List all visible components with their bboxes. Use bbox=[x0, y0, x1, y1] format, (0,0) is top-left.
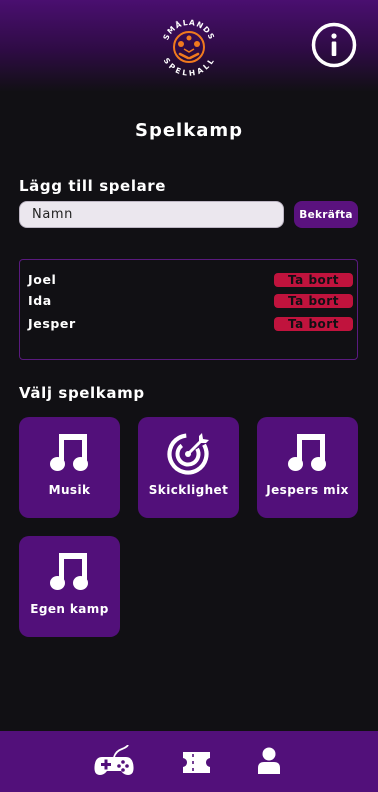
game-tile-jespers-mix[interactable]: Jespers mix bbox=[257, 417, 358, 518]
player-row: Jesper Ta bort bbox=[28, 315, 353, 333]
user-icon[interactable] bbox=[258, 747, 280, 774]
remove-player-button[interactable]: Ta bort bbox=[274, 317, 353, 331]
page-title: Spelkamp bbox=[135, 120, 243, 141]
player-row: Joel Ta bort bbox=[28, 271, 353, 289]
bottom-nav bbox=[0, 731, 378, 792]
confirm-button[interactable]: Bekräfta bbox=[294, 201, 358, 228]
player-name-input[interactable] bbox=[19, 201, 284, 228]
music-note-icon bbox=[49, 434, 88, 471]
remove-player-button[interactable]: Ta bort bbox=[274, 273, 353, 287]
music-note-icon bbox=[287, 434, 326, 471]
target-icon bbox=[166, 433, 209, 475]
tile-label: Skicklighet bbox=[148, 483, 229, 497]
gamepad-icon[interactable] bbox=[94, 745, 134, 777]
player-name: Jesper bbox=[28, 316, 76, 331]
player-list: Joel Ta bort Ida Ta bort Jesper Ta bort bbox=[19, 259, 358, 360]
game-select-label: Välj spelkamp bbox=[19, 384, 145, 402]
music-note-icon bbox=[49, 553, 88, 590]
tile-label: Egen kamp bbox=[30, 602, 109, 616]
remove-player-button[interactable]: Ta bort bbox=[274, 294, 353, 308]
add-player-label: Lägg till spelare bbox=[19, 177, 167, 195]
svg-text:SPELHALL: SPELHALL bbox=[162, 56, 217, 78]
tile-label: Jespers mix bbox=[266, 483, 349, 497]
info-icon[interactable] bbox=[311, 22, 357, 68]
player-row: Ida Ta bort bbox=[28, 292, 353, 310]
player-name: Ida bbox=[28, 293, 52, 308]
tile-label: Musik bbox=[48, 483, 91, 497]
game-tile-musik[interactable]: Musik bbox=[19, 417, 120, 518]
smalands-spelhall-logo[interactable]: SMÅLANDS SPELHALL bbox=[158, 16, 220, 78]
game-tile-egen-kamp[interactable]: Egen kamp bbox=[19, 536, 120, 637]
game-tile-skicklighet[interactable]: Skicklighet bbox=[138, 417, 239, 518]
ticket-icon[interactable] bbox=[183, 752, 210, 773]
player-name: Joel bbox=[28, 272, 57, 287]
header: SMÅLANDS SPELHALL bbox=[0, 0, 378, 92]
